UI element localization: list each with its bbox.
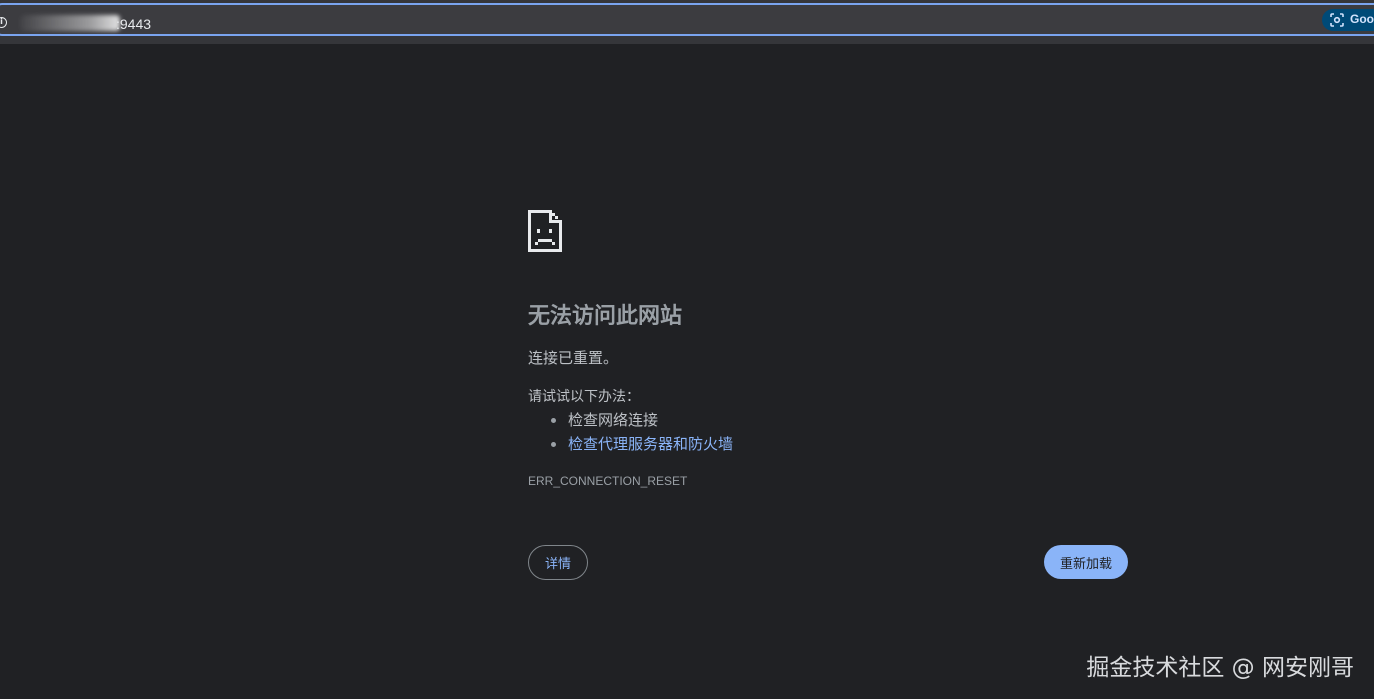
suggestions-list: 检查网络连接 检查代理服务器和防火墙: [528, 408, 733, 456]
google-lens-chip[interactable]: Goo: [1322, 9, 1374, 31]
url-text[interactable]: :9443: [116, 16, 151, 32]
suggestion-check-network: 检查网络连接: [528, 408, 733, 432]
details-button[interactable]: 详情: [528, 545, 588, 580]
browser-page: i :9443 Goo 无法访问此网站 连接已重置。 请试试以下办法： 检查网络…: [0, 0, 1374, 699]
address-bar[interactable]: i :9443: [0, 3, 1374, 36]
error-title: 无法访问此网站: [528, 304, 683, 329]
toolbar: i :9443 Goo: [0, 0, 1374, 44]
info-icon[interactable]: i: [0, 17, 7, 28]
sad-page-icon: [528, 210, 562, 252]
url-redacted: [20, 15, 120, 31]
suggestion-text: 检查网络连接: [568, 411, 659, 429]
suggestion-check-proxy-firewall[interactable]: 检查代理服务器和防火墙: [528, 432, 733, 456]
watermark: 掘金技术社区 @ 网安刚哥: [1086, 655, 1354, 681]
reload-button[interactable]: 重新加载: [1044, 545, 1128, 579]
error-code: ERR_CONNECTION_RESET: [528, 474, 688, 488]
lens-icon: [1330, 13, 1344, 27]
lens-label: Goo: [1350, 12, 1374, 26]
error-message: 连接已重置。: [528, 349, 619, 367]
suggestions-heading: 请试试以下办法：: [528, 389, 640, 405]
proxy-firewall-link[interactable]: 检查代理服务器和防火墙: [568, 435, 733, 453]
